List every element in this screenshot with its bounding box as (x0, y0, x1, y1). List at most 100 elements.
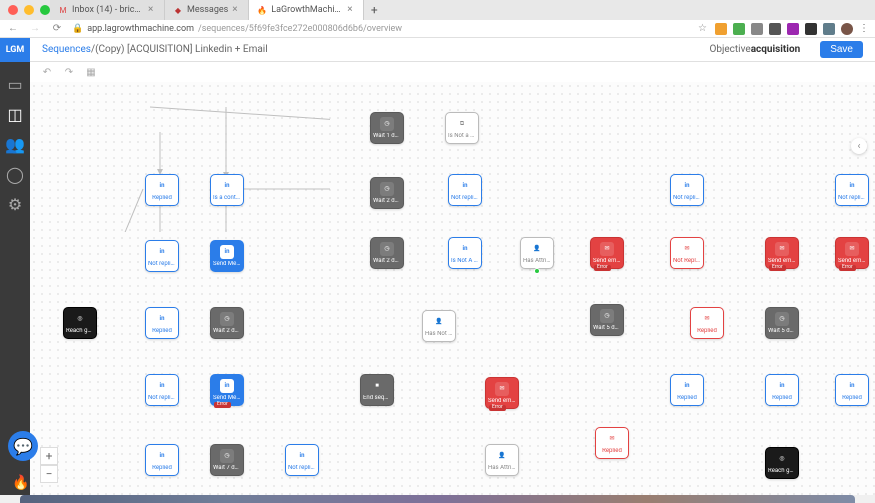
node-reach-goal-2[interactable]: ◎Reach goal (765, 447, 799, 479)
node-wait-2-days-a[interactable]: ◷Wait 2 da… (370, 177, 404, 209)
node-send-message-2[interactable]: inSend Mes…Error (210, 374, 244, 406)
star-icon[interactable]: ☆ (698, 23, 707, 34)
app-logo[interactable]: LGM (0, 38, 30, 62)
avatar[interactable] (841, 23, 853, 35)
linkedin-icon: in (220, 245, 234, 259)
node-is-not-a-c[interactable]: inIs Not A C… (448, 237, 482, 269)
settings-nav-icon[interactable]: ⚙ (7, 196, 23, 212)
clock-icon: ◷ (220, 312, 234, 326)
close-icon[interactable]: × (148, 6, 156, 14)
intercom-launcher[interactable]: 💬 (8, 431, 38, 461)
node-wait-1-day[interactable]: ◷Wait 1 da… (370, 112, 404, 144)
node-replied-mail[interactable]: ✉Replied (690, 307, 724, 339)
address-bar[interactable]: 🔒 app.lagrowthmachine.com/sequences/5f69… (72, 24, 690, 34)
zoom-in-button[interactable]: + (40, 447, 58, 465)
error-badge: Error (839, 265, 856, 271)
inbox-nav-icon[interactable]: ▭ (7, 76, 23, 92)
person-icon: 👤 (530, 242, 544, 256)
node-has-not-attribute[interactable]: 👤Has Not A… (422, 310, 456, 342)
node-send-email-3[interactable]: ✉Send emailError (835, 237, 869, 269)
node-not-replied[interactable]: inNot replied (448, 174, 482, 206)
url-host: app.lagrowthmachine.com (87, 24, 194, 34)
mail-icon: ✉ (680, 242, 694, 256)
node-not-replied-6[interactable]: inNot replied (285, 444, 319, 476)
contacts-nav-icon[interactable]: 👥 (7, 136, 23, 152)
ext-icon[interactable] (751, 23, 763, 35)
error-badge: Error (769, 265, 786, 271)
node-wait-2-days-b[interactable]: ◷Wait 2 da… (370, 237, 404, 269)
error-badge: Error (489, 405, 506, 411)
node-not-replied-2[interactable]: inNot replied (670, 174, 704, 206)
extensions: ⋮ (715, 23, 869, 35)
canvas-edges (30, 82, 330, 232)
node-not-replied-4[interactable]: inNot replied (145, 240, 179, 272)
tab-lgm[interactable]: 🔥LaGrowthMachine - Sales Aut…× (249, 0, 364, 20)
error-badge: Error (594, 265, 611, 271)
reload-button[interactable]: ⟳ (50, 22, 64, 36)
close-icon[interactable]: × (232, 6, 240, 14)
branch-icon: ⧉ (455, 117, 469, 131)
node-not-replied-5[interactable]: inNot replied (145, 374, 179, 406)
node-end-sequence[interactable]: ■End sequ… (360, 374, 394, 406)
node-has-attribute[interactable]: 👤Has Attrib… (520, 237, 554, 269)
zoom-controls: + − (40, 447, 58, 483)
breadcrumb-title: (Copy) [ACQUISITION] Linkedin + Email (95, 44, 268, 55)
new-tab-button[interactable]: + (364, 3, 384, 17)
menu-icon[interactable]: ⋮ (859, 23, 869, 35)
node-send-email-2[interactable]: ✉Send emailError (765, 237, 799, 269)
stop-icon: ■ (370, 379, 384, 393)
node-not-replied-3[interactable]: inNot replied (835, 174, 869, 206)
clock-icon: ◷ (380, 242, 394, 256)
node-replied-4[interactable]: inReplied (765, 374, 799, 406)
node-send-email[interactable]: ✉Send emailError (590, 237, 624, 269)
sequence-header: Sequences / (Copy) [ACQUISITION] Linkedi… (30, 38, 875, 62)
clock-icon: ◷ (600, 309, 614, 323)
node-wait-5-days[interactable]: ◷Wait 5 da… (590, 304, 624, 336)
ext-icon[interactable] (823, 23, 835, 35)
node-is-a-contact[interactable]: inIs a contact (210, 174, 244, 206)
node-reach-goal[interactable]: ◎Reach goal (63, 307, 97, 339)
node-not-replied-mail[interactable]: ✉Not Replied (670, 237, 704, 269)
undo-button[interactable]: ↶ (40, 65, 54, 79)
tab-inbox[interactable]: MInbox (14) - brice@lagrowth× (50, 0, 165, 20)
node-replied-2[interactable]: inReplied (145, 307, 179, 339)
forward-button[interactable]: → (28, 22, 42, 36)
node-replied[interactable]: inReplied (145, 174, 179, 206)
clock-icon: ◷ (380, 117, 394, 131)
ext-icon[interactable] (733, 23, 745, 35)
ext-icon[interactable] (715, 23, 727, 35)
target-icon: ◎ (775, 452, 789, 466)
breadcrumb-root[interactable]: Sequences (42, 44, 91, 55)
ext-icon[interactable] (805, 23, 817, 35)
node-replied-5[interactable]: inReplied (835, 374, 869, 406)
node-is-not-contact[interactable]: ⧉Is Not a C… (445, 112, 479, 144)
grid-toggle[interactable]: ▦ (84, 65, 98, 79)
node-replied-mail-2[interactable]: ✉Replied (595, 427, 629, 459)
ext-icon[interactable] (787, 23, 799, 35)
redo-button[interactable]: ↷ (62, 65, 76, 79)
close-icon[interactable]: × (347, 6, 355, 14)
back-button[interactable]: ← (6, 22, 20, 36)
node-wait-2-days-c[interactable]: ◷Wait 2 da… (210, 307, 244, 339)
save-button[interactable]: Save (820, 41, 863, 58)
node-has-attribute-2[interactable]: 👤Has Attrib… (485, 444, 519, 476)
sequence-canvas[interactable]: ◷Wait 1 da… ⧉Is Not a C… inReplied inIs … (30, 82, 875, 495)
zoom-out-button[interactable]: − (40, 465, 58, 483)
linkedin-icon: in (155, 379, 169, 393)
sequences-nav-icon[interactable]: ◫ (7, 106, 23, 122)
node-send-message[interactable]: inSend Mes… (210, 240, 244, 272)
browser-tabs: MInbox (14) - brice@lagrowth× ◆Messages×… (0, 0, 875, 20)
tab-messages[interactable]: ◆Messages× (165, 0, 249, 20)
node-wait-7-days[interactable]: ◷Wait 7 da… (210, 444, 244, 476)
mail-icon: ✉ (845, 242, 859, 256)
node-replied-6[interactable]: inReplied (145, 444, 179, 476)
profile-nav-icon[interactable]: ◯ (7, 166, 23, 182)
collapse-panel-button[interactable]: ‹ (851, 138, 867, 154)
node-send-email-4[interactable]: ✉Send emailError (485, 377, 519, 409)
mail-icon: ✉ (495, 382, 509, 396)
dock-app-icon[interactable]: 🔥 (12, 475, 29, 491)
node-replied-3[interactable]: inReplied (670, 374, 704, 406)
node-wait-5-days-2[interactable]: ◷Wait 5 da… (765, 307, 799, 339)
ext-icon[interactable] (769, 23, 781, 35)
macos-dock (20, 495, 855, 503)
